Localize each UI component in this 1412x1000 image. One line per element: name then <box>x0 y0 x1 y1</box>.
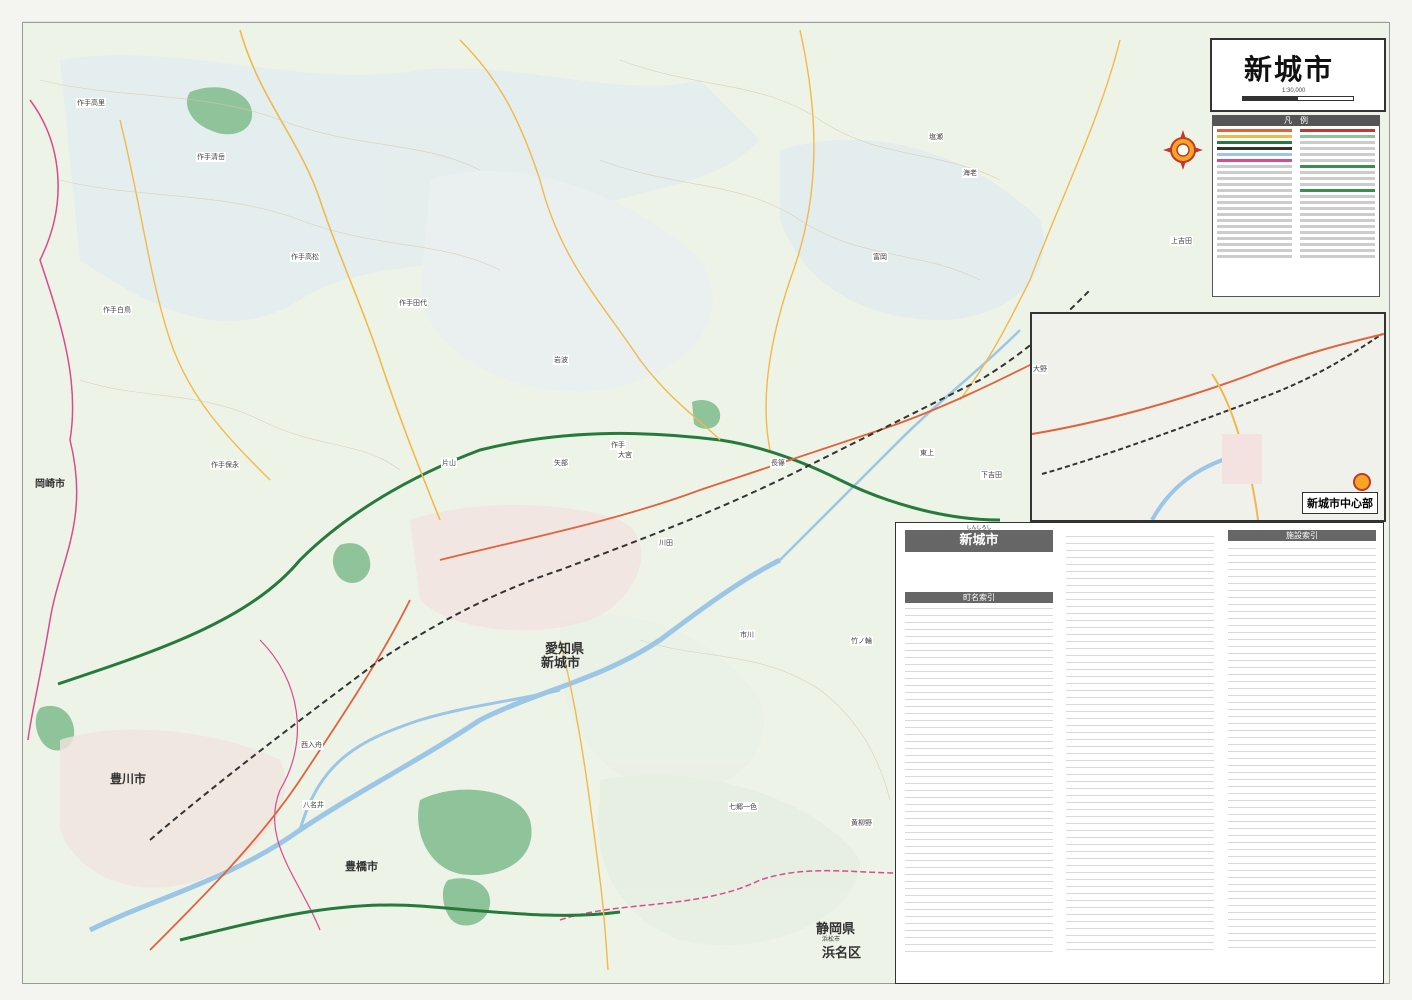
label-tsukude-kou: 作手高里 <box>76 98 106 108</box>
index-title: 新城市 <box>905 530 1053 552</box>
label-otomi: 大宮 <box>617 450 633 460</box>
label-nagashino: 長篠 <box>770 458 786 468</box>
inset-label: 新城市中心部 <box>1302 492 1378 514</box>
map-title-box: 新城市 1:30,000 <box>1210 38 1386 112</box>
label-ichinomiya: 作手 <box>610 440 626 450</box>
label-kataoka: 片山 <box>441 458 457 468</box>
facility-index-heading: 施設索引 <box>1228 530 1376 541</box>
label-toyokawa: 豊川市 <box>110 772 147 786</box>
label-nishinomiya: 西入舟 <box>300 740 323 750</box>
scale-bar <box>1242 96 1354 101</box>
inset-graphics <box>1032 333 1384 520</box>
label-shiota: 塩瀬 <box>928 132 944 142</box>
index-column-1 <box>905 608 1053 958</box>
map-scale: 1:30,000 <box>1282 88 1306 94</box>
label-kamiyoshida: 上吉田 <box>1170 236 1193 246</box>
legend-panel: 凡 例 <box>1212 115 1380 297</box>
label-iwanami: 岩波 <box>553 355 569 365</box>
label-tsukude-hakuta: 作手白鳥 <box>102 305 132 315</box>
label-chino: 竹ノ輪 <box>850 636 873 646</box>
label-kawada: 川田 <box>658 538 674 548</box>
label-yabaku: 矢部 <box>553 458 569 468</box>
label-tsukude-kawara: 作手田代 <box>398 298 428 308</box>
label-tomioka: 富岡 <box>872 252 888 262</box>
label-tsukude-koumaki: 作手高松 <box>290 252 320 262</box>
label-nanakusa: 七郷一色 <box>728 802 758 812</box>
label-shimoyoshida: 下吉田 <box>980 470 1003 480</box>
label-tsukude-hoei: 作手保永 <box>210 460 240 470</box>
label-ebi: 海老 <box>962 168 978 178</box>
inset-map: 新城市中心部 <box>1030 312 1386 522</box>
index-column-2 <box>1066 536 1214 956</box>
town-index-heading: 町名索引 <box>905 592 1053 603</box>
label-hamana: 浜名区 <box>822 946 862 961</box>
label-ono: 大野 <box>1032 364 1048 374</box>
legend-heading: 凡 例 <box>1213 116 1379 126</box>
label-shinshiro: 新城市 <box>541 656 581 671</box>
label-toyohashi: 豊橋市 <box>345 860 378 873</box>
label-kurehara: 黄柳野 <box>850 818 873 828</box>
label-ichida: 市川 <box>739 630 755 640</box>
label-okazaki: 岡崎市 <box>35 479 65 490</box>
label-tsukude-shimizu: 作手清岳 <box>196 152 226 162</box>
map-title: 新城市 <box>1244 53 1335 86</box>
label-hatoriyama: 八名井 <box>302 800 325 810</box>
compass-icon <box>1163 130 1203 170</box>
index-column-3 <box>1228 548 1376 954</box>
label-higashiue: 東上 <box>919 448 935 458</box>
